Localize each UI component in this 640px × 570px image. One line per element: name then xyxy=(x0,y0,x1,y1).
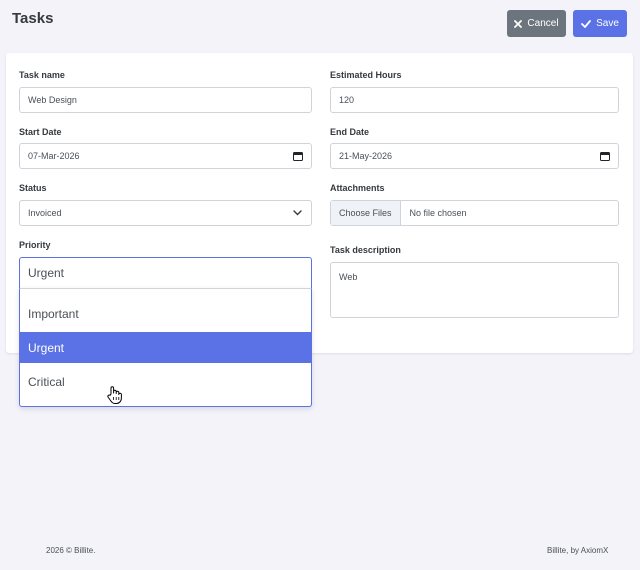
page-header: Tasks Cancel Save xyxy=(0,0,640,44)
task-description-label: Task description xyxy=(330,245,401,255)
attachments-file-input[interactable]: Choose Files No file chosen xyxy=(330,200,619,226)
save-button[interactable]: Save xyxy=(573,10,627,37)
cancel-button-label: Cancel xyxy=(527,18,559,29)
task-name-input[interactable]: Web Design xyxy=(19,87,312,113)
calendar-icon[interactable] xyxy=(600,151,610,161)
choose-files-button[interactable]: Choose Files xyxy=(331,201,401,225)
start-date-input[interactable]: 07-Mar-2026 xyxy=(19,143,312,169)
cancel-button[interactable]: Cancel xyxy=(507,10,566,37)
end-date-input[interactable]: 21-May-2026 xyxy=(330,143,619,169)
hand-pointer-icon xyxy=(107,386,122,404)
footer-credit: Billite, by AxiomX xyxy=(547,546,609,555)
chevron-down-icon xyxy=(293,210,302,216)
priority-select[interactable]: Urgent xyxy=(19,257,312,289)
attachments-label: Attachments xyxy=(330,183,385,193)
start-date-label: Start Date xyxy=(19,127,62,137)
task-description-value: Web xyxy=(339,272,358,282)
priority-option-important[interactable]: Important xyxy=(20,298,311,329)
priority-value: Urgent xyxy=(28,266,65,280)
check-icon xyxy=(581,19,591,28)
start-date-value: 07-Mar-2026 xyxy=(28,151,80,161)
priority-option-critical[interactable]: Critical xyxy=(20,366,311,397)
close-icon xyxy=(514,19,523,28)
page-title: Tasks xyxy=(12,10,54,27)
footer-copyright: 2026 © Billite. xyxy=(46,546,96,555)
calendar-icon[interactable] xyxy=(293,151,303,161)
save-button-label: Save xyxy=(596,18,619,29)
priority-dropdown: Important Urgent Critical xyxy=(19,288,312,407)
end-date-value: 21-May-2026 xyxy=(339,151,393,161)
priority-label: Priority xyxy=(19,240,51,250)
no-file-chosen-text: No file chosen xyxy=(409,208,467,218)
task-name-value: Web Design xyxy=(28,95,77,105)
status-value: Invoiced xyxy=(28,208,62,218)
estimated-hours-input[interactable]: 120 xyxy=(330,87,619,113)
priority-option-urgent[interactable]: Urgent xyxy=(20,332,311,363)
estimated-hours-value: 120 xyxy=(339,95,355,105)
status-select[interactable]: Invoiced xyxy=(19,200,312,226)
task-description-textarea[interactable]: Web xyxy=(330,262,619,318)
estimated-hours-label: Estimated Hours xyxy=(330,70,402,80)
end-date-label: End Date xyxy=(330,127,370,137)
status-label: Status xyxy=(19,183,47,193)
task-name-label: Task name xyxy=(19,70,65,80)
